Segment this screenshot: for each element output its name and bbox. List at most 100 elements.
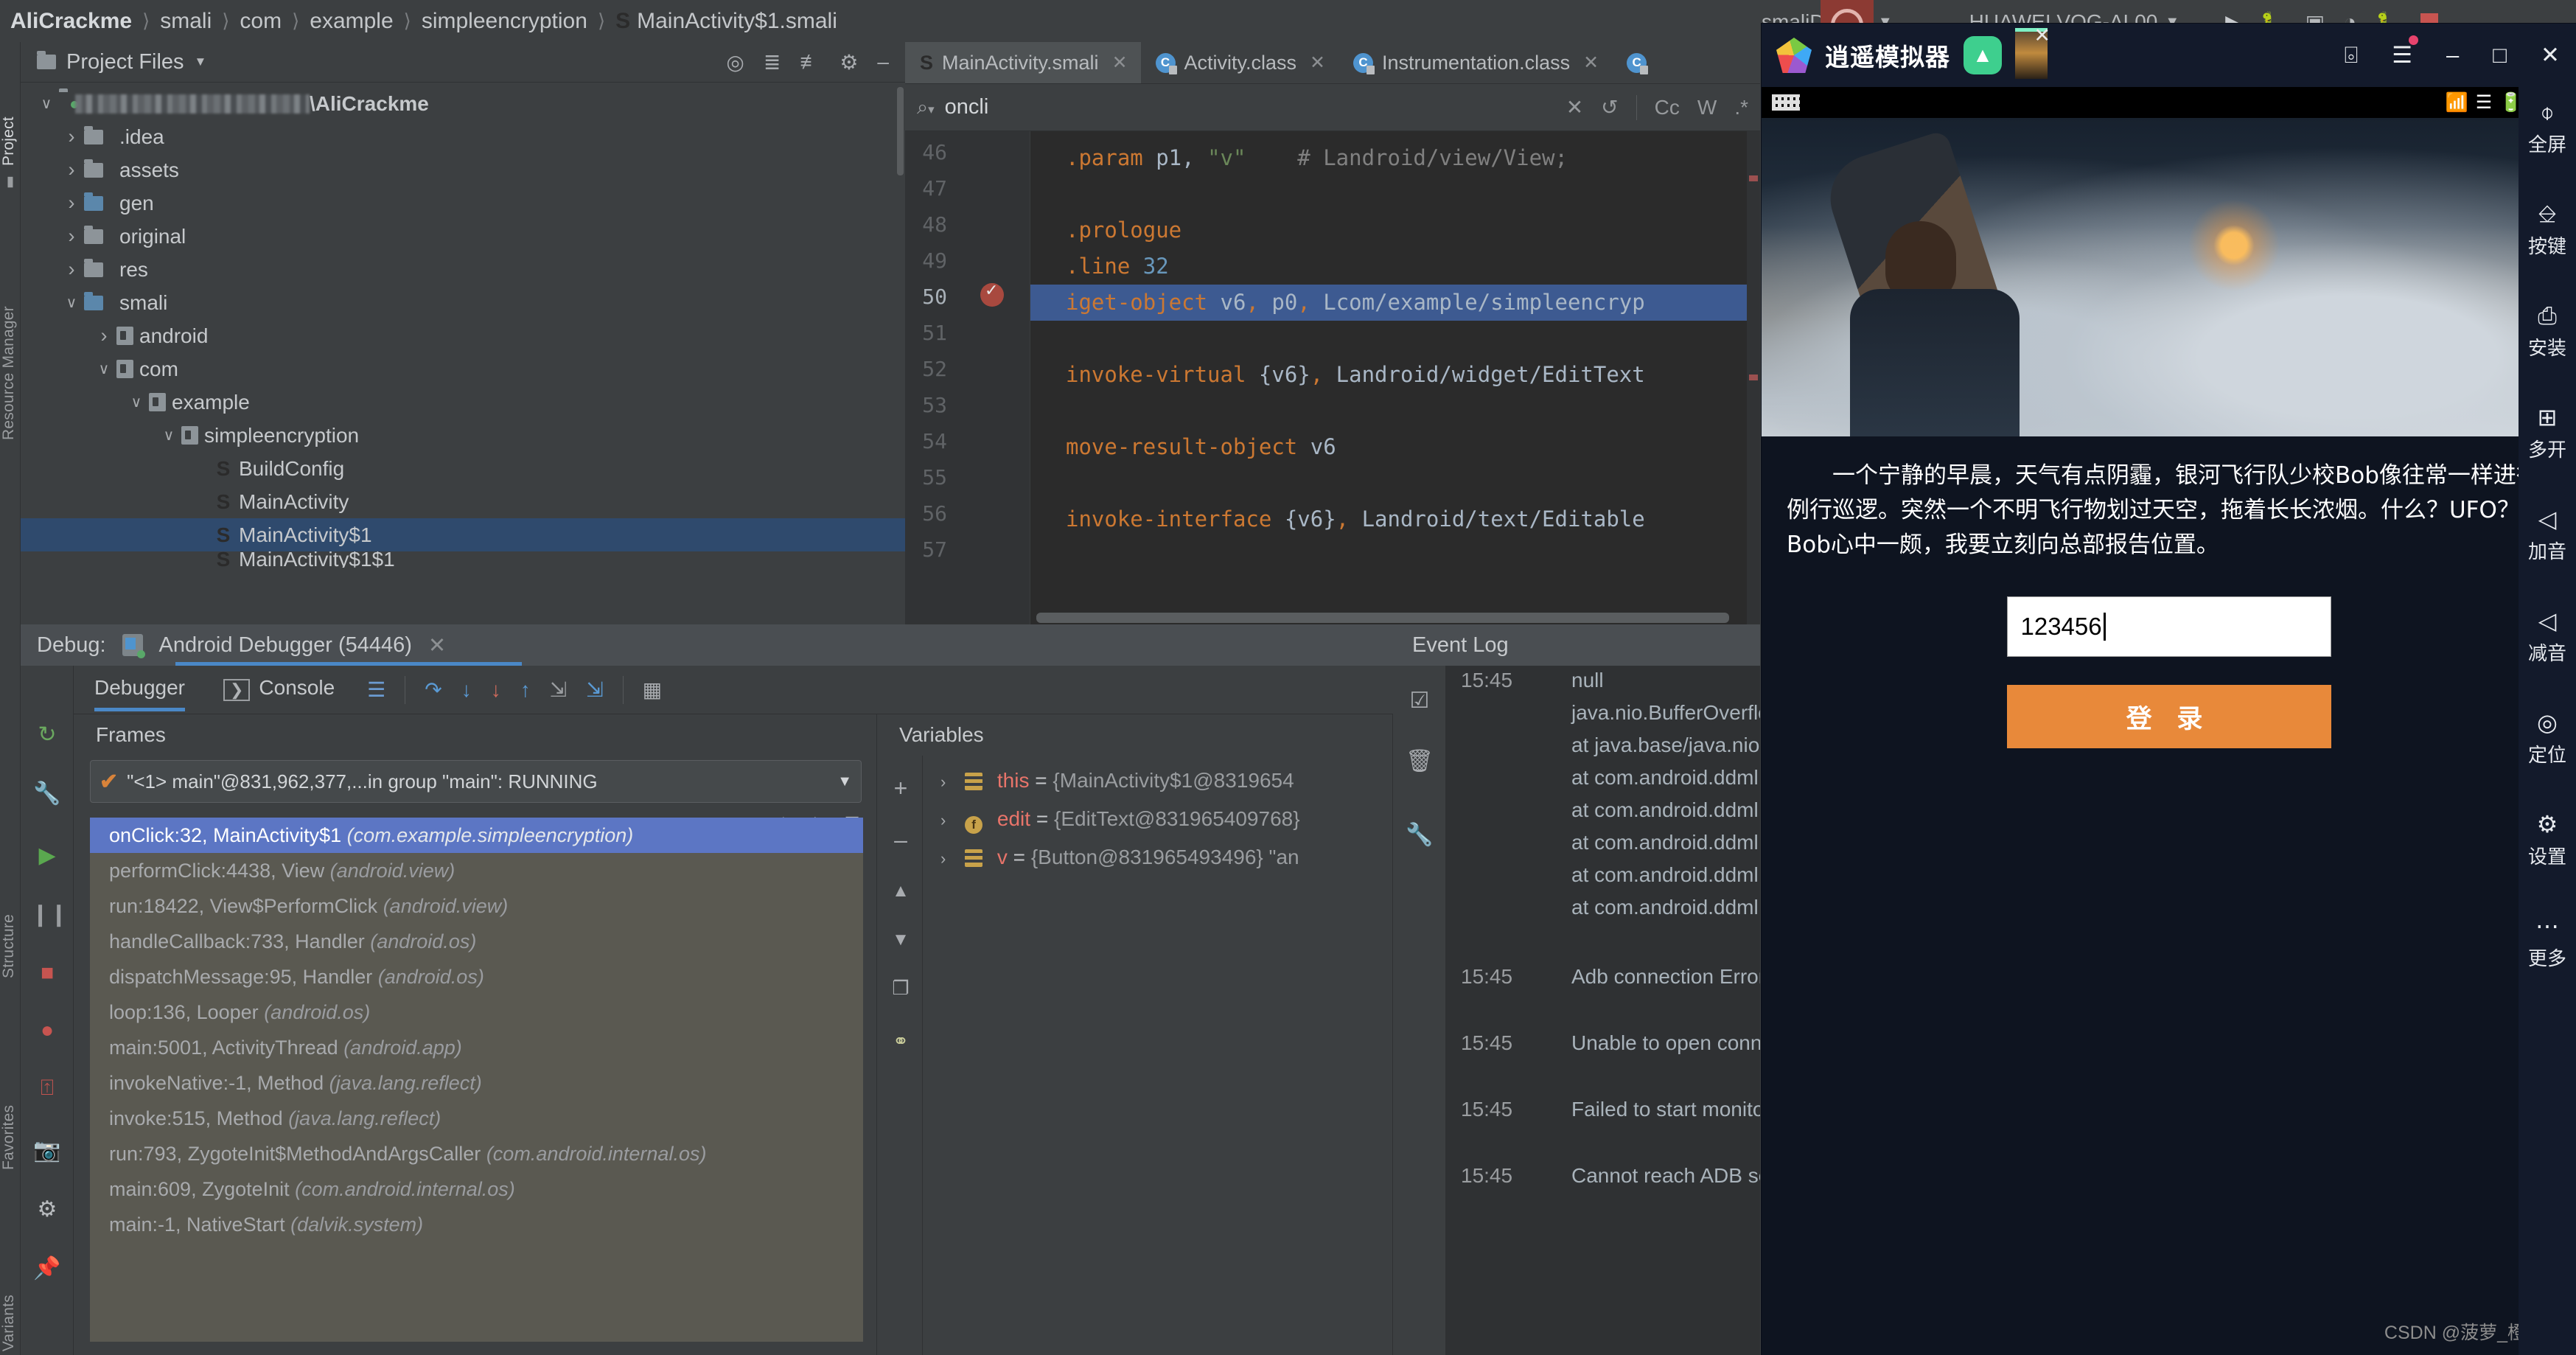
sidebar-item-build-variants[interactable]: Build Variants	[0, 1199, 21, 1355]
sidebar-item-install[interactable]: ⎙ 安装	[2519, 290, 2576, 392]
down-icon[interactable]: ▼	[886, 930, 915, 950]
table-row[interactable]: dispatchMessage:95, Handler (android.os)	[90, 959, 863, 995]
tree-item-gen[interactable]: gen	[21, 187, 905, 220]
home-app-icon[interactable]: ▲	[1964, 36, 2002, 74]
close-icon[interactable]: ✕	[2541, 42, 2560, 69]
table-row[interactable]: onClick:32, MainActivity$1 (com.example.…	[90, 818, 863, 853]
add-icon[interactable]: +	[886, 775, 915, 802]
editor-horizontal-scrollbar[interactable]	[1036, 613, 1729, 623]
tab-instrumentation-class[interactable]: C Instrumentation.class ✕	[1338, 42, 1612, 83]
evaluate-expression-icon[interactable]: ▦	[643, 678, 662, 702]
chevron-right-icon[interactable]	[91, 324, 116, 347]
chevron-down-icon[interactable]	[156, 426, 181, 445]
watches-icon[interactable]: ⚭	[886, 1030, 915, 1053]
table-row[interactable]: main:-1, NativeStart (dalvik.system)	[90, 1207, 863, 1242]
table-row[interactable]: run:18422, View$PerformClick (android.vi…	[90, 888, 863, 924]
editor-gutter[interactable]: 46 47 48 49 50 51 52 53 54 55 56 57	[905, 131, 1030, 624]
tab-activity-class[interactable]: C Activity.class ✕	[1141, 42, 1338, 83]
pin-icon[interactable]: 📌	[31, 1255, 63, 1281]
tab-overflow[interactable]: C	[1612, 42, 1660, 83]
table-row[interactable]: main:5001, ActivityThread (android.app)	[90, 1030, 863, 1065]
login-button[interactable]: 登 录	[2006, 685, 2331, 749]
tab-debugger[interactable]: Debugger	[94, 676, 185, 711]
table-row[interactable]: invoke:515, Method (java.lang.reflect)	[90, 1101, 863, 1136]
chevron-down-icon[interactable]: ▼	[195, 55, 207, 69]
match-case-toggle[interactable]: Cc	[1655, 96, 1680, 119]
wrap-search-icon[interactable]: ↺	[1601, 95, 1618, 119]
wrench-icon[interactable]: 🔧	[1403, 822, 1436, 848]
table-row[interactable]: invokeNative:-1, Method (java.lang.refle…	[90, 1065, 863, 1101]
sidebar-item-favorites[interactable]: Favorites	[0, 1008, 21, 1170]
close-icon[interactable]: ✕	[1310, 52, 1325, 74]
project-tree-scrollbar[interactable]	[897, 87, 904, 175]
tree-item-mainactivity-1[interactable]: S MainActivity$1	[21, 518, 905, 551]
mute-breakpoints-icon[interactable]: ⍐	[31, 1076, 63, 1101]
menu-icon[interactable]: ☰	[2392, 35, 2419, 69]
resume-icon[interactable]: ▶	[31, 843, 63, 868]
mark-read-icon[interactable]: ☑	[1403, 688, 1436, 714]
project-panel-title[interactable]: Project Files	[66, 50, 184, 74]
close-icon[interactable]: ✕	[1112, 52, 1128, 74]
force-step-into-icon[interactable]: ↓	[491, 678, 501, 702]
regex-toggle[interactable]: .*	[1734, 96, 1748, 119]
frames-list[interactable]: onClick:32, MainActivity$1 (com.example.…	[90, 818, 863, 1342]
breadcrumb-file[interactable]: MainActivity$1.smali	[637, 9, 837, 34]
sidebar-item-fullscreen[interactable]: ⌽ 全屏	[2519, 87, 2576, 189]
sidebar-item-multiopen[interactable]: ⊞ 多开	[2519, 392, 2576, 494]
chevron-right-icon[interactable]: ›	[940, 849, 946, 868]
tree-item-original[interactable]: original	[21, 220, 905, 253]
event-log-list[interactable]: 15:45 null java.nio.BufferOverflo at java…	[1446, 666, 1760, 1355]
tree-item-mainactivity[interactable]: S MainActivity	[21, 485, 905, 518]
rerun-icon[interactable]: ↻	[31, 722, 63, 748]
settings-icon[interactable]: ⚙	[31, 1196, 63, 1222]
layout-settings-icon[interactable]: ☰	[367, 678, 385, 702]
wrench-icon[interactable]: 🔧	[31, 781, 63, 807]
collapse-all-icon[interactable]: ≣	[764, 50, 781, 74]
minimize-icon[interactable]: –	[877, 50, 889, 74]
breadcrumb-item-1[interactable]: smali	[160, 9, 212, 34]
tree-item-assets[interactable]: assets	[21, 153, 905, 187]
tab-mainactivity-smali[interactable]: S MainActivity.smali ✕	[905, 42, 1141, 83]
target-scope-icon[interactable]: ◎	[726, 50, 744, 74]
copy-icon[interactable]: ❐	[886, 977, 915, 1000]
chevron-right-icon[interactable]	[59, 125, 84, 148]
tree-item-android[interactable]: android	[21, 319, 905, 352]
editor-error-stripe[interactable]	[1747, 131, 1760, 624]
debug-session-name[interactable]: Android Debugger (54446)	[159, 633, 412, 658]
chevron-down-icon[interactable]	[91, 360, 116, 378]
stop-icon[interactable]: ■	[31, 961, 63, 986]
clear-search-icon[interactable]: ✕	[1566, 95, 1583, 119]
list-item[interactable]: › v = {Button@831965493496} "an	[923, 838, 1392, 877]
sidebar-item-keymap[interactable]: ⎒ 按键	[2519, 189, 2576, 290]
tree-item-com[interactable]: com	[21, 352, 905, 386]
table-row[interactable]: main:609, ZygoteInit (com.android.intern…	[90, 1171, 863, 1207]
fullscreen-icon[interactable]: ⌻	[2345, 42, 2359, 69]
sidebar-item-volume-down[interactable]: ◁ 减音	[2519, 596, 2576, 697]
chevron-down-icon[interactable]	[34, 94, 59, 113]
variables-list[interactable]: › this = {MainActivity$1@8319654 › f edi…	[923, 756, 1392, 1355]
tree-item-example[interactable]: example	[21, 386, 905, 419]
drop-frame-icon[interactable]: ⇲	[550, 678, 567, 702]
sidebar-item-volume-up[interactable]: ◁ 加音	[2519, 494, 2576, 596]
sidebar-item-project[interactable]: Project	[0, 48, 21, 166]
sidebar-item-resource-manager[interactable]: Resource Manager	[0, 197, 21, 440]
chevron-right-icon[interactable]	[59, 159, 84, 181]
tab-console[interactable]: ❯ Console	[223, 676, 335, 704]
table-row[interactable]: run:793, ZygoteInit$MethodAndArgsCaller …	[90, 1136, 863, 1171]
run-to-cursor-icon[interactable]: ⇲	[586, 678, 603, 702]
step-over-icon[interactable]: ↷	[425, 678, 441, 702]
breadcrumb-item-3[interactable]: example	[310, 9, 393, 34]
whole-words-toggle[interactable]: W	[1697, 96, 1717, 119]
step-out-icon[interactable]: ↑	[520, 678, 531, 702]
password-input[interactable]: 123456	[2006, 596, 2331, 658]
chevron-right-icon[interactable]	[59, 258, 84, 281]
tree-item-simpleencryption[interactable]: simpleencryption	[21, 419, 905, 452]
chevron-down-icon[interactable]	[124, 393, 149, 411]
table-row[interactable]: performClick:4438, View (android.view)	[90, 853, 863, 888]
breadcrumb-item-4[interactable]: simpleencryption	[422, 9, 587, 34]
breakpoint-icon[interactable]	[980, 281, 1004, 307]
step-into-icon[interactable]: ↓	[461, 678, 472, 702]
chevron-down-icon[interactable]	[59, 293, 84, 312]
tree-item-mainactivity-1-1[interactable]: S MainActivity$1$1	[21, 551, 905, 568]
table-row[interactable]: loop:136, Looper (android.os)	[90, 995, 863, 1030]
